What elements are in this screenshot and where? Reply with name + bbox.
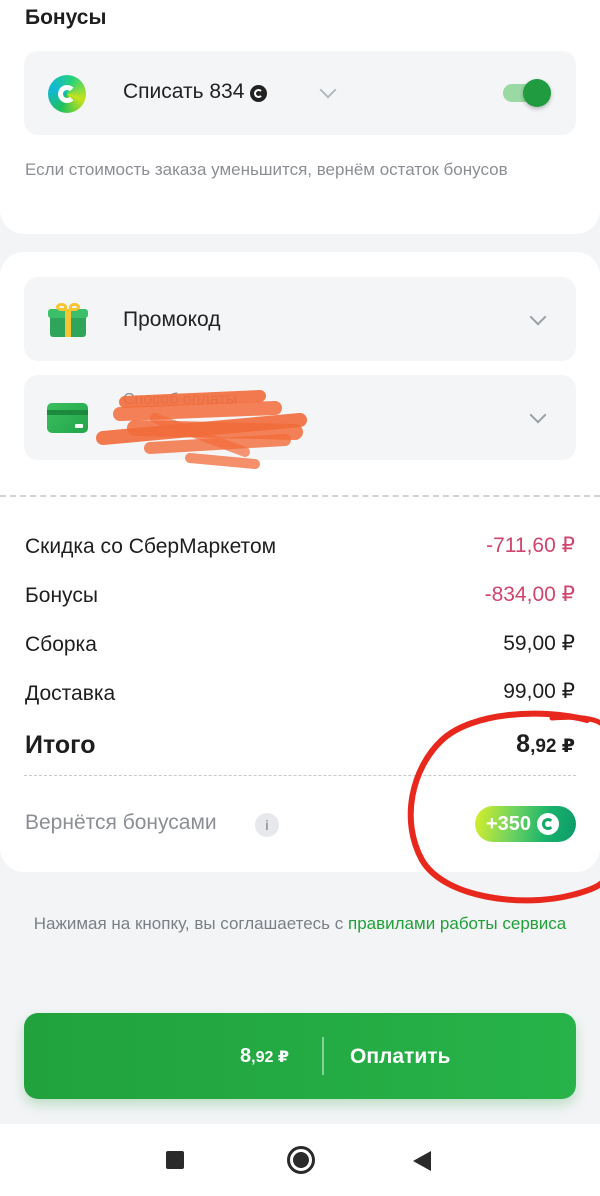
summary-line-value: -834,00 ₽ xyxy=(484,583,575,606)
terms-text: Нажимая на кнопку, вы соглашаетесь с пра… xyxy=(33,914,567,933)
home-icon[interactable] xyxy=(287,1146,315,1174)
hand-drawn-circle-annotation xyxy=(407,710,600,904)
bonus-toggle-label[interactable]: Списать 834 xyxy=(123,80,268,104)
sber-bonus-logo-icon xyxy=(48,75,86,113)
divider xyxy=(0,495,600,497)
bonus-coin-icon xyxy=(250,84,268,102)
recent-apps-icon[interactable] xyxy=(166,1151,184,1169)
summary-line-value: 59,00 ₽ xyxy=(503,632,575,655)
bonus-toggle-text: Списать 834 xyxy=(123,80,245,103)
bank-card-icon xyxy=(47,403,88,433)
return-bonus-label: Вернётся бонусами xyxy=(25,811,217,834)
pay-separator xyxy=(322,1037,324,1075)
bonus-section-title: Бонусы xyxy=(25,6,107,29)
bonus-toggle-switch[interactable] xyxy=(503,79,553,107)
back-icon[interactable] xyxy=(413,1151,431,1171)
pay-label: Оплатить xyxy=(350,1045,451,1068)
pay-button[interactable]: 8,92 ₽ Оплатить xyxy=(24,1013,576,1099)
summary-line-value: -711,60 ₽ xyxy=(486,534,575,557)
bonus-row[interactable] xyxy=(24,51,576,135)
gift-icon xyxy=(48,303,88,337)
terms-link[interactable]: правилами работы сервиса xyxy=(348,914,566,933)
bonus-note: Если стоимость заказа уменьшится, вернём… xyxy=(25,160,508,179)
system-navigation-bar xyxy=(0,1124,600,1196)
toggle-knob xyxy=(523,79,551,107)
total-label: Итого xyxy=(25,731,96,759)
info-icon[interactable]: i xyxy=(255,813,279,837)
redaction-scribble xyxy=(96,390,307,469)
summary-line-label: Бонусы xyxy=(25,584,98,607)
summary-line-label: Скидка со СберМаркетом xyxy=(25,535,277,558)
summary-line-label: Сборка xyxy=(25,633,97,656)
summary-line-value: 99,00 ₽ xyxy=(503,680,575,703)
pay-amount: 8,92 ₽ xyxy=(240,1045,289,1067)
promo-code-row[interactable] xyxy=(24,277,576,361)
summary-line-label: Доставка xyxy=(25,682,116,705)
promo-code-label: Промокод xyxy=(123,308,221,331)
